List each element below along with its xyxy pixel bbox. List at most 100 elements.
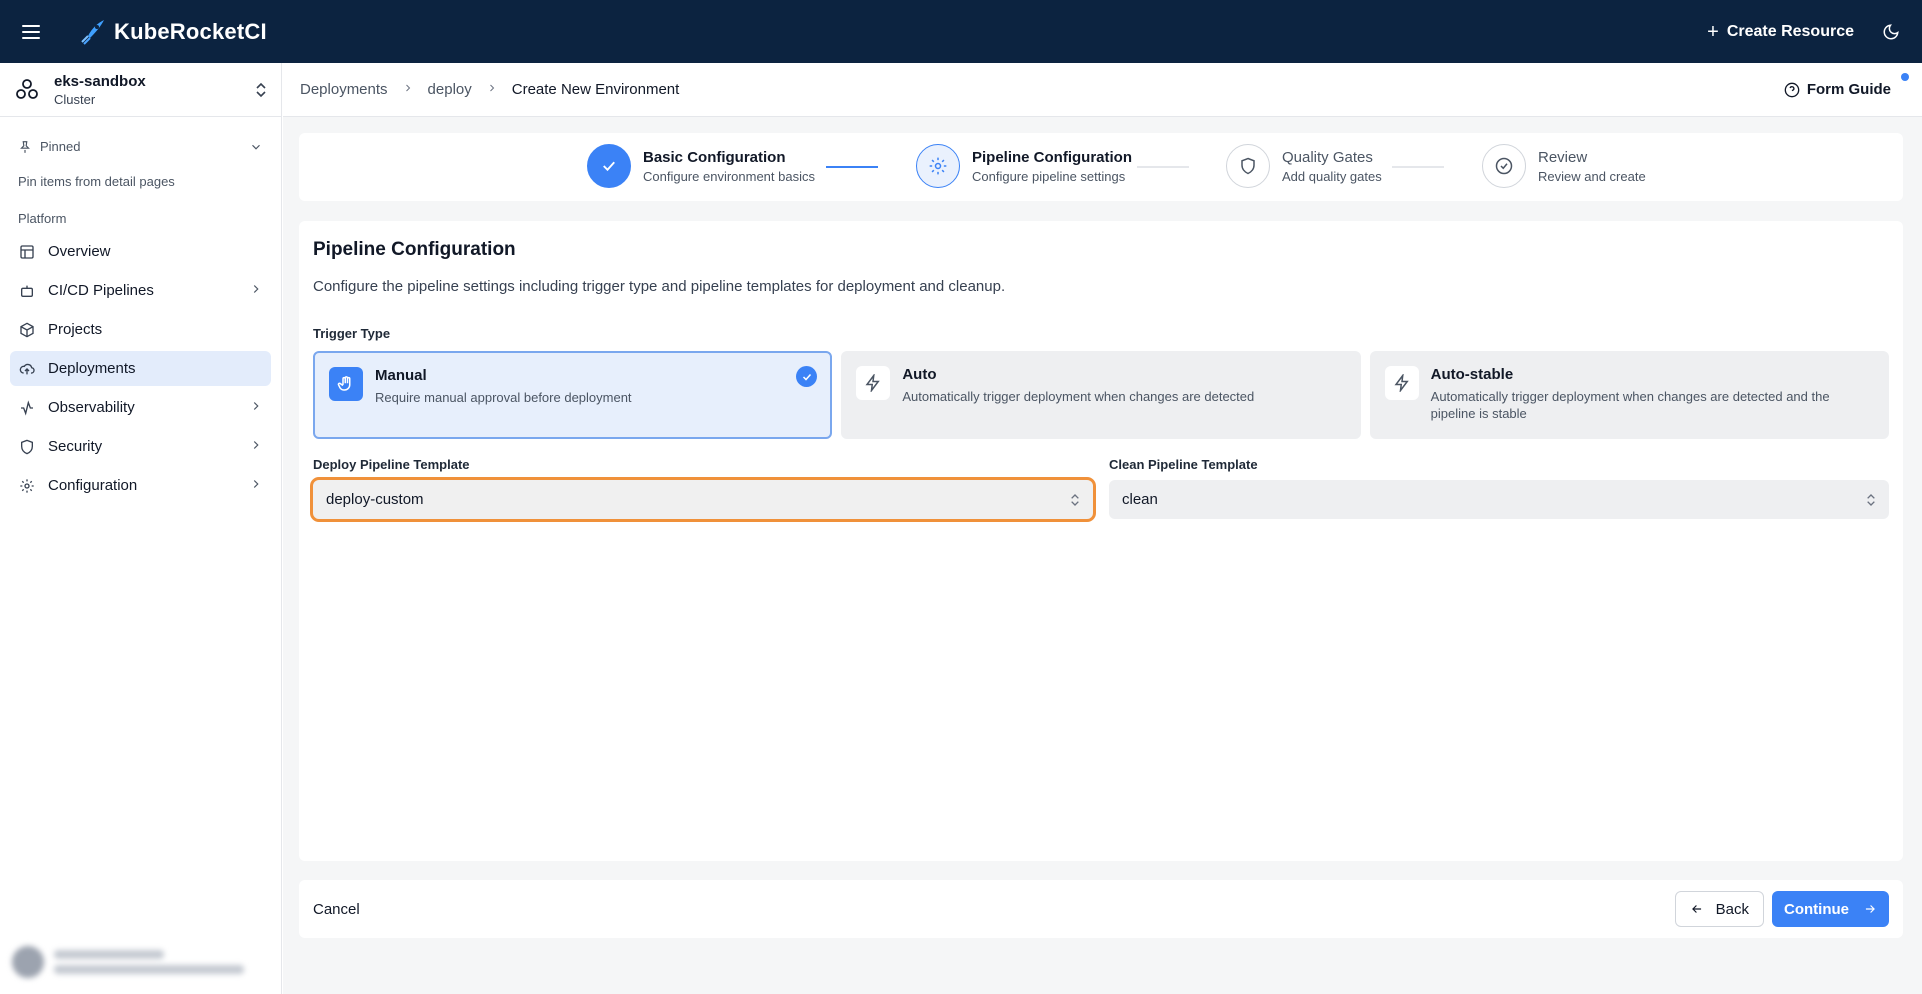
chevron-right-icon [249,399,263,417]
cloud-upload-icon [18,360,36,378]
sidebar-item-configuration[interactable]: Configuration [10,468,271,503]
trigger-title: Auto-stable [1430,366,1514,383]
sidebar-item-label: Projects [48,321,103,338]
chevrons-up-down-icon [1866,493,1876,507]
sidebar-item-projects[interactable]: Projects [10,312,271,347]
gear-icon [18,477,36,495]
step-subtitle: Review and create [1538,168,1646,184]
arrow-left-icon [1691,905,1701,913]
step-review[interactable]: Review Review and create [1482,144,1646,188]
cluster-type: Cluster [54,91,96,107]
pin-icon [20,140,30,153]
activity-icon [18,399,36,417]
deploy-template-select[interactable]: deploy-custom [310,477,1096,522]
step-title: Basic Configuration [643,148,786,166]
sidebar-item-overview[interactable]: Overview [10,234,271,269]
plus-icon: + [1707,20,1719,43]
platform-section-label: Platform [18,211,67,226]
sidebar-item-observability[interactable]: Observability [10,390,271,425]
trigger-option-auto[interactable]: Auto Automatically trigger deployment wh… [841,351,1361,439]
cluster-name: eks-sandbox [54,72,146,90]
page-description: Configure the pipeline settings includin… [313,278,1006,295]
main-content: Basic Configuration Configure environmen… [283,117,1922,994]
avatar [12,946,44,978]
chevron-right-icon [249,282,263,300]
breadcrumb-deploy[interactable]: deploy [428,81,472,98]
stepper: Basic Configuration Configure environmen… [299,133,1903,201]
clean-template-group: Clean Pipeline Template clean [1109,457,1889,519]
back-label: Back [1715,900,1749,918]
chevron-right-icon [486,82,498,97]
step-subtitle: Configure environment basics [643,168,815,184]
pipeline-configuration-form: Pipeline Configuration Configure the pip… [299,221,1903,861]
pinned-label: Pinned [40,139,81,154]
zap-icon [856,366,891,400]
deploy-template-label: Deploy Pipeline Template [313,457,470,472]
rocket-icon [81,19,104,45]
sidebar-item-cicd-pipelines[interactable]: CI/CD Pipelines [10,273,271,308]
form-guide-label: Form Guide [1806,81,1891,98]
hand-icon [329,367,363,401]
step-title: Pipeline Configuration [972,148,1132,166]
form-guide-button[interactable]: Form Guide [1784,73,1909,98]
create-resource-button[interactable]: + Create Resource [1707,22,1854,42]
check-icon [587,144,631,188]
check-circle-icon [1482,144,1526,188]
clean-template-label: Clean Pipeline Template [1109,457,1258,472]
notification-dot [1901,73,1909,81]
create-resource-label: Create Resource [1726,22,1854,40]
trigger-title: Manual [375,367,427,384]
continue-button[interactable]: Continue [1772,891,1889,927]
clean-template-select[interactable]: clean [1109,480,1889,519]
chevrons-up-down-icon [255,82,267,98]
bot-icon [18,282,36,300]
trigger-description: Require manual approval before deploymen… [375,390,632,405]
sidebar-item-label: Security [48,438,103,455]
top-bar: KubeRocketCI + Create Resource [0,0,1922,63]
app-logo[interactable]: KubeRocketCI [78,18,267,46]
cancel-button[interactable]: Cancel [313,901,360,918]
breadcrumb-deployments[interactable]: Deployments [300,81,388,98]
cluster-icon [16,78,38,99]
pinned-hint: Pin items from detail pages [18,174,175,189]
menu-icon[interactable] [22,20,46,44]
shield-icon [18,438,36,456]
clean-template-value: clean [1122,491,1158,508]
continue-label: Continue [1784,900,1849,918]
step-pipeline-configuration[interactable]: Pipeline Configuration Configure pipelin… [916,144,1132,188]
form-footer: Cancel Back Continue [299,880,1903,938]
step-connector [826,166,878,168]
step-title: Review [1538,148,1588,166]
cluster-switcher[interactable]: eks-sandbox Cluster [0,63,281,117]
sidebar-item-label: Overview [48,243,111,260]
chevrons-up-down-icon [1070,493,1080,507]
trigger-option-auto-stable[interactable]: Auto-stable Automatically trigger deploy… [1369,351,1889,439]
step-connector [1392,166,1444,168]
trigger-description: Automatically trigger deployment when ch… [902,389,1255,404]
zap-icon [1384,366,1419,400]
deploy-template-group: Deploy Pipeline Template deploy-custom [310,457,1096,522]
help-circle-icon [1784,82,1800,97]
chevron-right-icon [402,82,414,97]
step-subtitle: Add quality gates [1282,168,1382,184]
trigger-title: Auto [902,366,937,383]
step-basic-configuration[interactable]: Basic Configuration Configure environmen… [587,144,815,188]
page-header: Deployments deploy Create New Environmen… [283,63,1922,117]
check-icon [796,366,818,387]
breadcrumb: Deployments deploy Create New Environmen… [300,81,679,98]
sidebar-item-security[interactable]: Security [10,429,271,464]
sidebar-item-deployments[interactable]: Deployments [10,351,271,386]
trigger-type-label: Trigger Type [313,326,391,341]
back-button[interactable]: Back [1674,891,1764,927]
trigger-option-manual[interactable]: Manual Require manual approval before de… [313,351,833,439]
arrow-right-icon [1865,905,1875,913]
pinned-section-toggle[interactable]: Pinned [0,139,281,154]
chevron-right-icon [249,477,263,495]
deploy-template-value: deploy-custom [326,491,424,508]
chevron-down-icon [252,144,260,150]
step-quality-gates[interactable]: Quality Gates Add quality gates [1226,144,1382,188]
user-profile[interactable] [8,940,274,984]
moon-icon[interactable] [1882,23,1900,41]
box-icon [18,321,36,339]
step-title: Quality Gates [1282,148,1373,166]
